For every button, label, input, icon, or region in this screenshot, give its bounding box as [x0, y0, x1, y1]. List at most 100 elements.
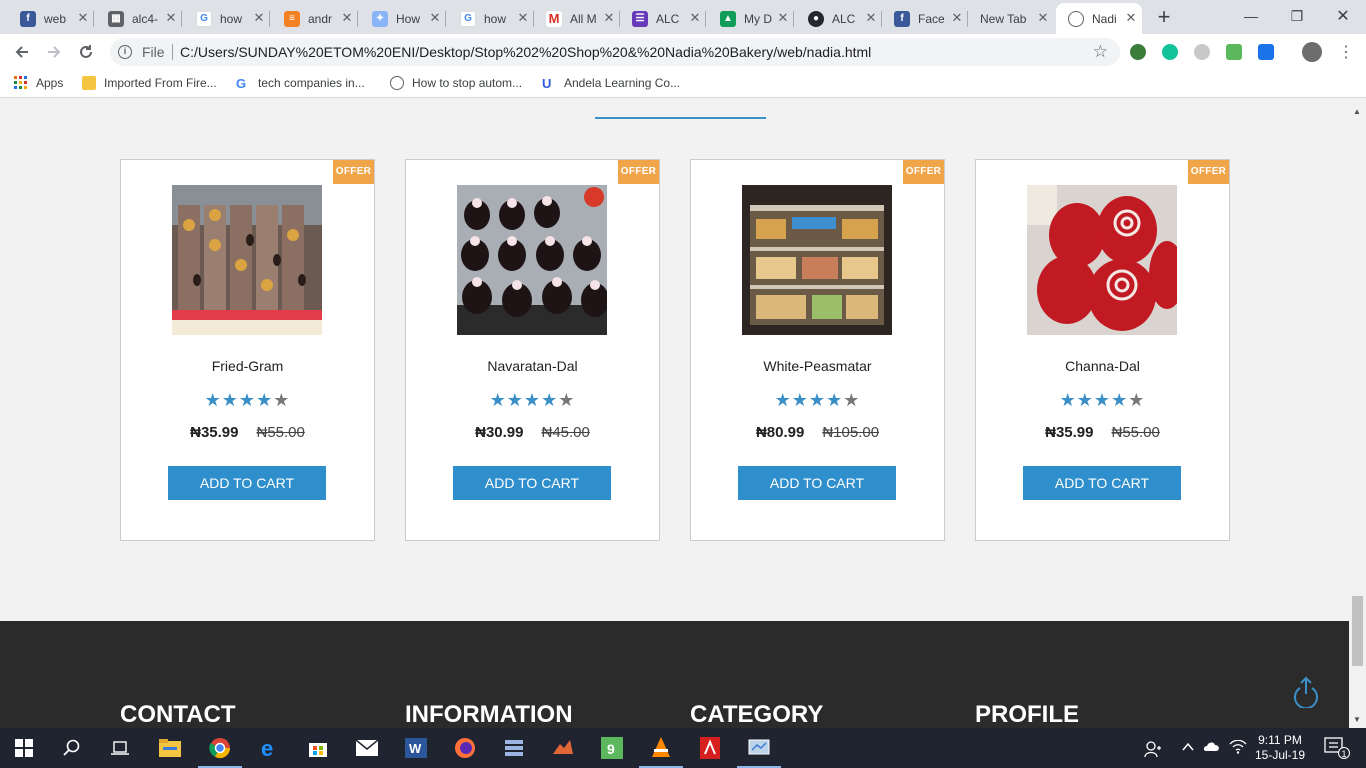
close-icon[interactable]: ✕	[602, 11, 616, 25]
download-icon[interactable]	[1258, 44, 1274, 60]
tab-11[interactable]: f Face ✕	[882, 3, 968, 34]
address-bar[interactable]: i File C:/Users/SUNDAY%20ETOM%20ENI/Desk…	[110, 38, 1120, 66]
firefox-icon[interactable]	[453, 736, 477, 760]
tab-7[interactable]: M All M ✕	[534, 3, 620, 34]
back-to-top-button[interactable]	[1292, 676, 1320, 710]
add-to-cart-button[interactable]: ADD TO CART	[1023, 466, 1181, 500]
close-icon[interactable]: ✕	[1036, 11, 1050, 25]
minimize-button[interactable]: —	[1228, 0, 1274, 32]
globe-icon	[390, 76, 404, 90]
cors-icon[interactable]	[1226, 44, 1242, 60]
tab-4[interactable]: ≡ andr ✕	[272, 3, 358, 34]
close-icon[interactable]: ✕	[76, 11, 90, 25]
star-icon: ★	[808, 390, 827, 410]
tab-5[interactable]: ✦ How ✕	[360, 3, 446, 34]
onedrive-icon[interactable]	[1203, 740, 1221, 755]
wifi-icon[interactable]	[1229, 739, 1247, 757]
clock-date: 15-Jul-19	[1255, 748, 1306, 762]
star-icon[interactable]: ☆	[1093, 42, 1108, 62]
bookmark-apps[interactable]: Apps	[14, 76, 63, 90]
extension-gray-icon[interactable]	[1194, 44, 1210, 60]
tab-9[interactable]: ▲ My D ✕	[708, 3, 794, 34]
add-to-cart-button[interactable]: ADD TO CART	[168, 466, 326, 500]
restore-button[interactable]: ❐	[1274, 0, 1320, 32]
price: ₦30.99	[475, 424, 524, 441]
product-image[interactable]	[1027, 185, 1177, 335]
close-icon[interactable]: ✕	[950, 11, 964, 25]
close-icon[interactable]: ✕	[252, 11, 266, 25]
acrobat-icon[interactable]	[698, 736, 722, 760]
tab-10[interactable]: ● ALC ✕	[796, 3, 882, 34]
task-view-icon[interactable]	[108, 736, 132, 760]
close-icon[interactable]: ✕	[428, 11, 442, 25]
scrollbar-thumb[interactable]	[1352, 596, 1363, 666]
control-panel-icon[interactable]	[737, 736, 781, 768]
scroll-up-icon[interactable]: ▲	[1353, 107, 1361, 116]
product-image[interactable]	[742, 185, 892, 335]
reload-button[interactable]	[74, 40, 98, 64]
bookmark-how-to-stop[interactable]: How to stop autom...	[390, 76, 522, 90]
tab-6[interactable]: G how ✕	[448, 3, 534, 34]
grammarly-icon[interactable]	[1162, 44, 1178, 60]
tab-12[interactable]: New Tab ✕	[968, 3, 1054, 34]
product-card: OFFER Channa-Dal ★★★★★ ₦35.99 ₦55.00 ADD…	[975, 159, 1230, 541]
avatar[interactable]	[1302, 42, 1322, 62]
windows-start-button[interactable]	[12, 736, 36, 760]
scroll-down-icon[interactable]: ▼	[1353, 715, 1361, 724]
grid-icon: ▦	[108, 10, 124, 27]
bookmark-tech-companies[interactable]: G tech companies in...	[236, 76, 365, 91]
bookmark-imported[interactable]: Imported From Fire...	[82, 76, 217, 90]
add-to-cart-button[interactable]: ADD TO CART	[738, 466, 896, 500]
tab-2[interactable]: ▦ alc4- ✕	[96, 3, 182, 34]
chrome-taskbar-icon[interactable]	[198, 736, 242, 768]
vlc-icon[interactable]	[639, 736, 683, 768]
product-name[interactable]: Navaratan-Dal	[406, 358, 659, 374]
edge-icon[interactable]: e	[258, 736, 282, 760]
file-explorer-icon[interactable]	[158, 736, 182, 760]
chevron-up-icon[interactable]	[1181, 740, 1195, 757]
people-icon[interactable]	[1144, 740, 1162, 761]
extension-globe-icon[interactable]	[1130, 44, 1146, 60]
tab-title: How	[396, 11, 421, 26]
add-to-cart-button[interactable]: ADD TO CART	[453, 466, 611, 500]
google-icon: G	[460, 10, 476, 27]
page-scrollbar[interactable]: ▲ ▼	[1349, 103, 1366, 728]
tab-13-active[interactable]: Nadi ✕	[1056, 3, 1142, 34]
footer-heading-contact: CONTACT	[120, 701, 236, 728]
back-button[interactable]	[10, 40, 34, 64]
url-text[interactable]: C:/Users/SUNDAY%20ETOM%20ENI/Desktop/Sto…	[180, 44, 871, 60]
search-icon[interactable]	[60, 736, 84, 760]
notification-center-button[interactable]: 1	[1324, 737, 1350, 760]
product-name[interactable]: Channa-Dal	[976, 358, 1229, 374]
menu-icon[interactable]: ⋮	[1338, 42, 1354, 62]
product-image[interactable]	[172, 185, 322, 335]
tab-title: andr	[308, 11, 333, 26]
info-icon[interactable]: i	[118, 45, 132, 59]
close-icon[interactable]: ✕	[1124, 11, 1138, 25]
matlab-icon[interactable]	[551, 736, 575, 760]
close-icon[interactable]: ✕	[340, 11, 354, 25]
close-icon[interactable]: ✕	[164, 11, 178, 25]
offer-badge: OFFER	[333, 160, 374, 184]
tab-8[interactable]: ☰ ALC ✕	[620, 3, 706, 34]
star-rating: ★★★★★	[691, 390, 944, 411]
mail-icon[interactable]	[355, 736, 379, 760]
new-tab-button[interactable]: +	[1152, 6, 1176, 30]
forward-button[interactable]	[42, 40, 66, 64]
word-icon[interactable]: W	[404, 736, 428, 760]
stack-app-icon[interactable]	[502, 736, 526, 760]
close-icon[interactable]: ✕	[516, 11, 530, 25]
taskbar-clock[interactable]: 9:11 PM 15-Jul-19	[1255, 733, 1305, 763]
product-name[interactable]: Fried-Gram	[121, 358, 374, 374]
product-image[interactable]	[457, 185, 607, 335]
store-icon[interactable]	[306, 736, 330, 760]
bookmark-andela[interactable]: U Andela Learning Co...	[542, 76, 680, 91]
tab-1[interactable]: f web ✕	[8, 3, 94, 34]
green-app-icon[interactable]: 9	[600, 736, 624, 760]
product-name[interactable]: White-Peasmatar	[691, 358, 944, 374]
close-icon[interactable]: ✕	[688, 11, 702, 25]
close-icon[interactable]: ✕	[776, 11, 790, 25]
tab-3[interactable]: G how ✕	[184, 3, 270, 34]
close-icon[interactable]: ✕	[864, 11, 878, 25]
close-window-button[interactable]: ✕	[1320, 0, 1366, 32]
